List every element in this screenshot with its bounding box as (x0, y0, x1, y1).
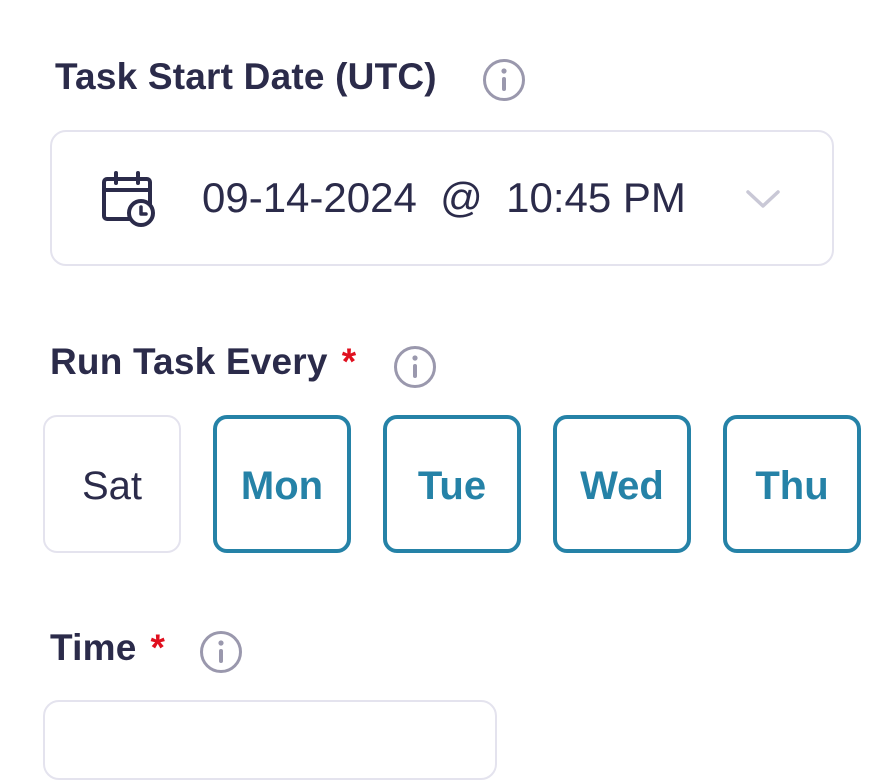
required-marker: * (341, 341, 357, 382)
day-label: Thu (755, 463, 829, 508)
run-every-info-icon[interactable] (393, 345, 437, 389)
start-date-label-text: Task Start Date (UTC) (55, 56, 437, 97)
run-every-label-text: Run Task Every (50, 341, 328, 382)
day-toggle-thu[interactable]: Thu (723, 415, 861, 553)
time-info-icon[interactable] (199, 630, 243, 674)
day-label: Tue (417, 463, 487, 508)
time-label-text: Time (50, 627, 137, 668)
day-toggle-tue[interactable]: Tue (383, 415, 521, 553)
day-label: Mon (240, 463, 324, 508)
run-every-label: Run Task Every * (50, 341, 356, 383)
start-date-label: Task Start Date (UTC) (55, 56, 437, 98)
day-label: Sat (81, 463, 143, 508)
calendar-clock-icon (102, 171, 155, 227)
day-toggle-mon[interactable]: Mon (213, 415, 351, 553)
start-date-field[interactable]: 09-14-2024 @ 10:45 PM (50, 130, 834, 266)
time-label: Time * (50, 627, 165, 669)
start-date-value: 09-14-2024 @ 10:45 PM (202, 174, 686, 221)
start-date-info-icon[interactable] (482, 58, 526, 102)
day-toggle-wed[interactable]: Wed (553, 415, 691, 553)
required-marker: * (150, 627, 166, 668)
day-label: Wed (580, 463, 664, 508)
chevron-down-icon[interactable] (744, 182, 782, 216)
day-toggle-sat[interactable]: Sat (43, 415, 181, 553)
time-field[interactable] (43, 700, 497, 780)
